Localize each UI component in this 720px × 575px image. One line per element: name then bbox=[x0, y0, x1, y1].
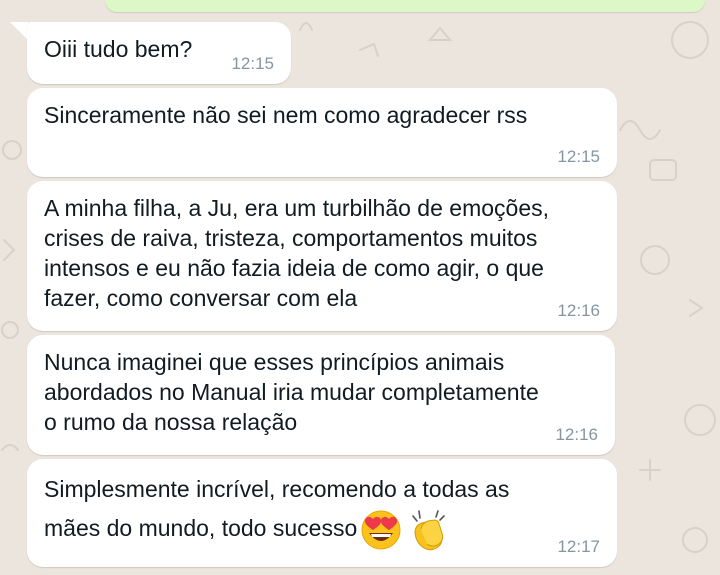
message-bubble[interactable]: Sinceramente não sei nem como agradecer … bbox=[27, 88, 617, 177]
message-text: Sinceramente não sei nem como agradecer … bbox=[44, 102, 528, 128]
message-bubble[interactable]: Oiii tudo bem? 12:15 bbox=[27, 22, 291, 84]
message-timestamp: 12:16 bbox=[557, 301, 600, 320]
message-timestamp: 12:16 bbox=[555, 425, 598, 444]
clapping-hands-emoji-icon bbox=[405, 507, 451, 553]
message-timestamp: 12:15 bbox=[557, 147, 600, 166]
message-timestamp: 12:15 bbox=[231, 54, 274, 73]
message-text: Nunca imaginei que esses princípios anim… bbox=[44, 349, 539, 435]
bubble-tail bbox=[10, 22, 28, 40]
previous-outgoing-bubble bbox=[105, 0, 705, 12]
message-text: A minha filha, a Ju, era um turbilhão de… bbox=[44, 195, 550, 311]
message-bubble[interactable]: Nunca imaginei que esses princípios anim… bbox=[27, 335, 615, 455]
message-text: Simplesmente incrível, recomendo a todas… bbox=[44, 471, 599, 553]
message-bubble[interactable]: A minha filha, a Ju, era um turbilhão de… bbox=[27, 181, 617, 331]
message-timestamp: 12:17 bbox=[557, 537, 600, 556]
message-bubble[interactable]: Simplesmente incrível, recomendo a todas… bbox=[27, 459, 617, 567]
heart-eyes-emoji-icon bbox=[360, 509, 402, 551]
